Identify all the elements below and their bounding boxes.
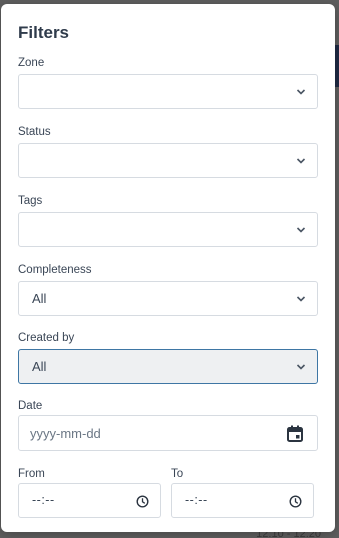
tags-select[interactable] — [18, 212, 318, 247]
chevron-down-icon — [296, 89, 306, 95]
chevron-down-icon — [296, 227, 306, 233]
from-label: From — [18, 468, 45, 480]
chevron-down-icon — [296, 158, 306, 164]
background-header-strip — [335, 45, 339, 87]
completeness-value: All — [32, 291, 47, 306]
calendar-icon[interactable] — [287, 425, 303, 442]
clock-icon[interactable] — [289, 495, 302, 508]
date-input[interactable]: yyyy-mm-dd — [18, 415, 318, 451]
completeness-select[interactable]: All — [18, 281, 318, 316]
created-by-value: All — [32, 359, 47, 374]
tags-label: Tags — [18, 195, 43, 207]
zone-select[interactable] — [18, 74, 318, 109]
status-select[interactable] — [18, 143, 318, 178]
date-placeholder: yyyy-mm-dd — [30, 426, 101, 441]
chevron-down-icon — [296, 296, 306, 302]
created-by-select[interactable]: All — [18, 349, 318, 384]
date-label: Date — [18, 400, 43, 412]
to-time-input[interactable]: --:-- — [171, 483, 314, 518]
clock-icon[interactable] — [136, 495, 149, 508]
from-time-value: --:-- — [32, 493, 55, 507]
status-label: Status — [18, 126, 51, 138]
to-label: To — [171, 468, 184, 480]
zone-label: Zone — [18, 57, 45, 69]
chevron-down-icon — [296, 364, 306, 370]
filters-modal: Filters Zone Status Tags Completeness Al… — [1, 4, 335, 532]
modal-title: Filters — [18, 23, 70, 42]
completeness-label: Completeness — [18, 264, 92, 276]
to-time-value: --:-- — [185, 493, 208, 507]
created-by-label: Created by — [18, 332, 75, 344]
from-time-input[interactable]: --:-- — [18, 483, 161, 518]
